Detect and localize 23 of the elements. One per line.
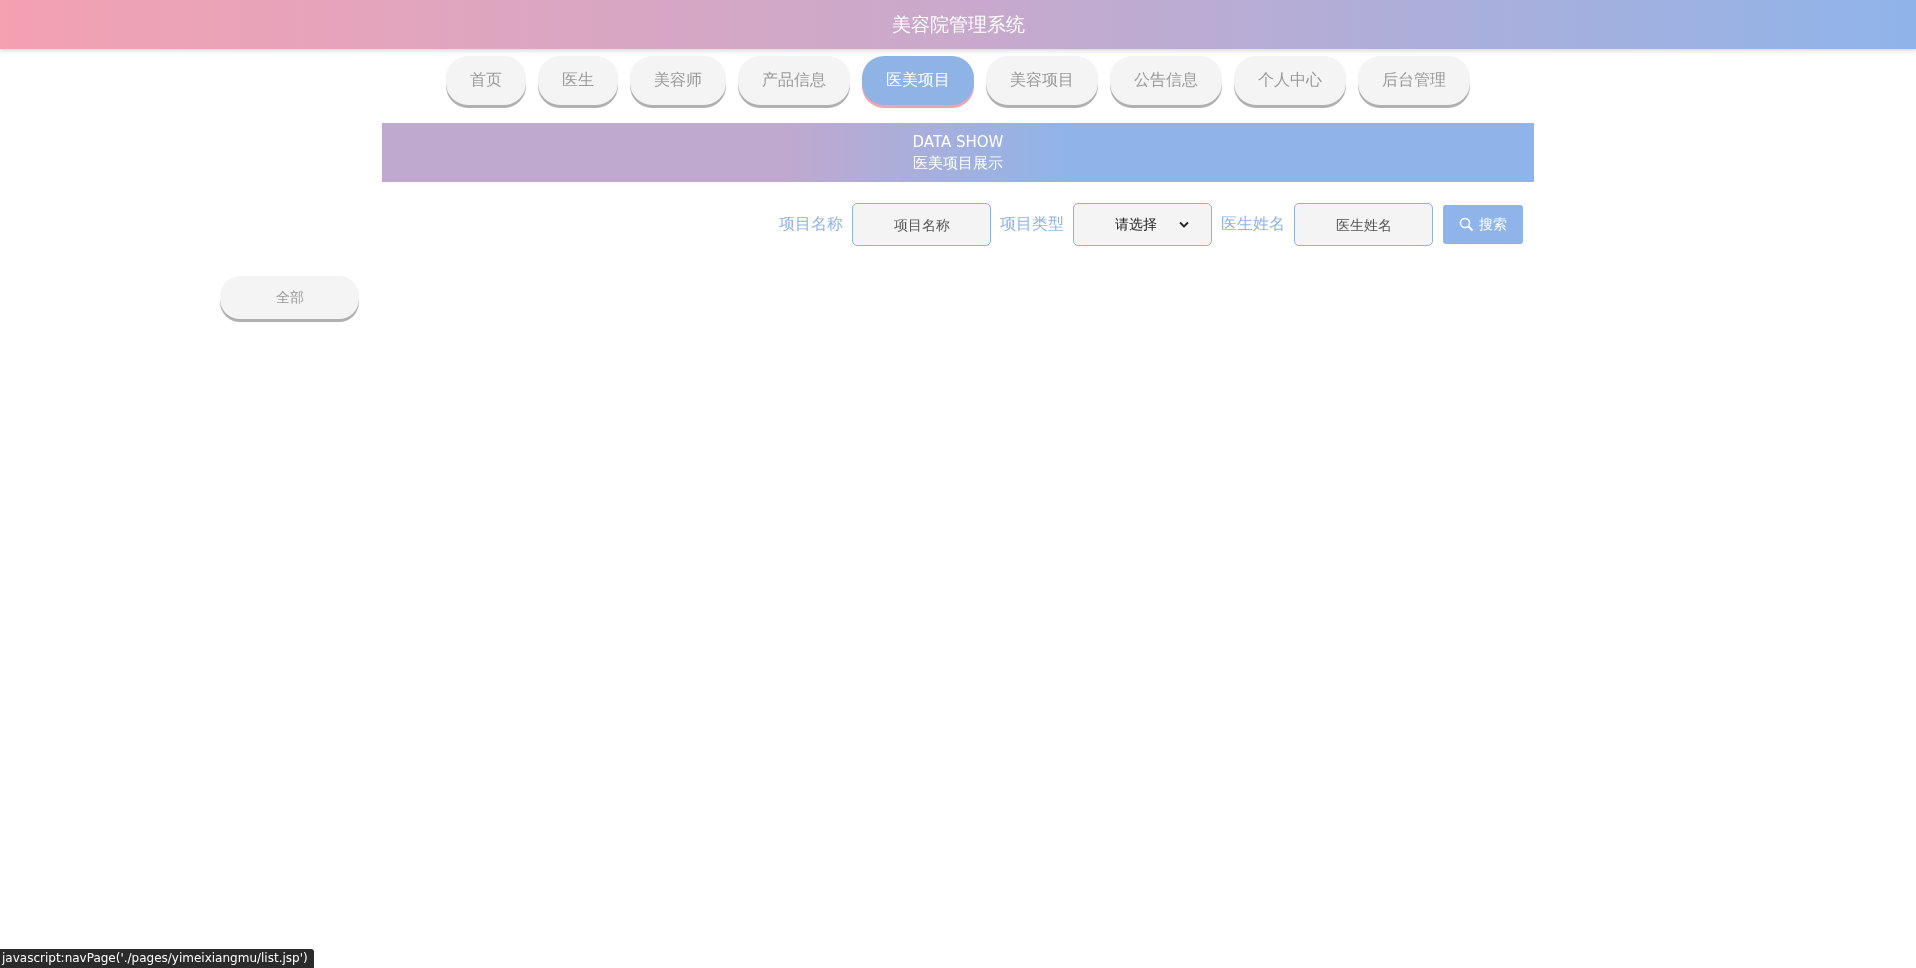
search-field[interactable]: 项目名称 — [852, 203, 991, 246]
site-title: 美容院管理系统 — [891, 11, 1025, 37]
banner-subtitle: 医美项目展示 — [913, 152, 1003, 174]
field-label: 医生姓名 — [1221, 214, 1285, 235]
search-icon — [1459, 217, 1474, 232]
status-bar: javascript:navPage('./pages/yimeixiangmu/list.jsp') — [0, 949, 314, 968]
nav-tab[interactable]: 产品信息 — [738, 56, 850, 105]
nav-tab[interactable]: 医美项目 — [862, 56, 974, 105]
type-dropdown[interactable]: 请选择 — [1073, 203, 1212, 246]
banner-title: DATA SHOW — [912, 131, 1004, 153]
nav-tab[interactable]: 个人中心 — [1234, 56, 1346, 105]
nav-tab[interactable]: 医生 — [538, 56, 618, 105]
nav-tab[interactable]: 美容师 — [630, 56, 726, 105]
search-button[interactable]: 搜索 — [1443, 205, 1523, 244]
nav-tab[interactable]: 公告信息 — [1110, 56, 1222, 105]
field-label: 项目类型 — [1000, 214, 1064, 235]
search-field[interactable]: 医生姓名 — [1294, 203, 1433, 246]
category-button[interactable]: 全部 — [220, 276, 359, 319]
field-label: 项目名称 — [779, 214, 843, 235]
nav-tab[interactable]: 首页 — [446, 56, 526, 105]
nav-tab[interactable]: 后台管理 — [1358, 56, 1470, 105]
nav-tab[interactable]: 美容项目 — [986, 56, 1098, 105]
caret-icon — [1178, 221, 1189, 228]
